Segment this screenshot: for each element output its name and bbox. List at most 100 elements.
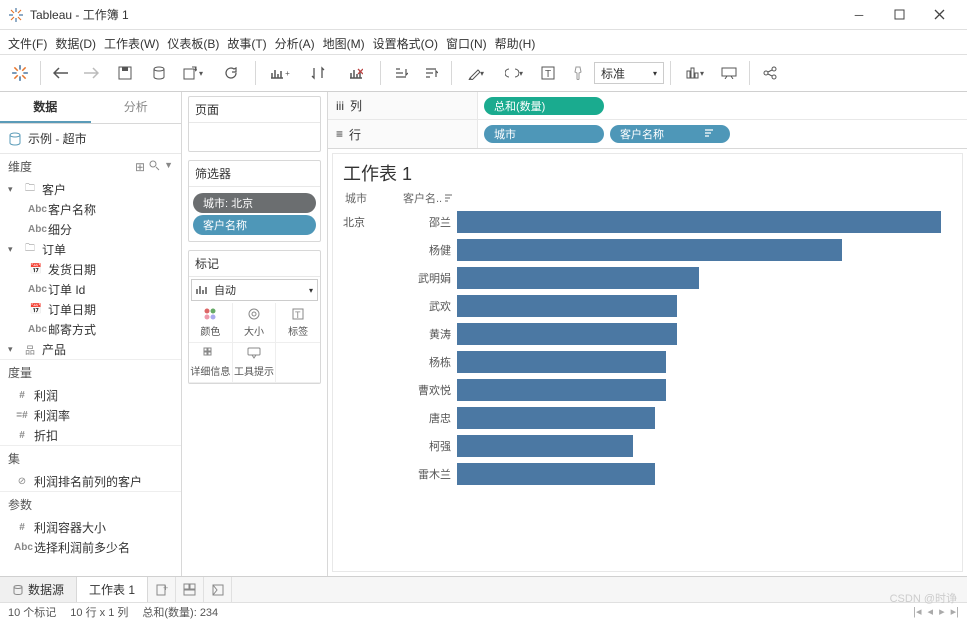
- pin-button[interactable]: [564, 59, 592, 87]
- tab-sheet1[interactable]: 工作表 1: [77, 577, 148, 602]
- nav-last-icon[interactable]: ▸|: [951, 605, 959, 618]
- menu-dashboard[interactable]: 仪表板(B): [167, 35, 219, 52]
- view-icon[interactable]: ⊞: [135, 160, 145, 174]
- titlebar: Tableau - 工作簿 1 ─: [0, 0, 967, 30]
- bar-row[interactable]: 雷木兰: [343, 460, 952, 488]
- minimize-button[interactable]: ─: [839, 1, 879, 29]
- filter-pill-customer[interactable]: 客户名称: [193, 215, 316, 235]
- viz-canvas[interactable]: 工作表 1 城市 客户名.. 北京邵兰杨健武明娟武欢黄涛杨栋曹欢悦唐忠柯强雷木兰: [332, 153, 963, 572]
- new-dashboard-icon[interactable]: [176, 577, 204, 602]
- nav-next-icon[interactable]: ▸: [939, 605, 945, 618]
- dim-folder-customer[interactable]: ▾🗀客户: [0, 179, 181, 199]
- highlight-button[interactable]: ▾: [458, 59, 494, 87]
- param-bin-size[interactable]: #利润容器大小: [0, 517, 181, 537]
- menu-map[interactable]: 地图(M): [323, 35, 365, 52]
- menu-help[interactable]: 帮助(H): [495, 35, 536, 52]
- bar-row[interactable]: 杨健: [343, 236, 952, 264]
- menu-window[interactable]: 窗口(N): [446, 35, 487, 52]
- swap-button[interactable]: [300, 59, 336, 87]
- marks-detail[interactable]: 详细信息: [189, 343, 233, 383]
- marks-tooltip[interactable]: 工具提示: [233, 343, 277, 383]
- dim-subdivide[interactable]: Abc细分: [0, 219, 181, 239]
- columns-shelf[interactable]: iii 列 总和(数量): [328, 92, 967, 120]
- presentation-button[interactable]: [715, 59, 743, 87]
- params-header: 参数: [0, 491, 181, 517]
- clear-button[interactable]: [338, 59, 374, 87]
- bar-row[interactable]: 柯强: [343, 432, 952, 460]
- rows-pill-customer[interactable]: 客户名称: [610, 125, 730, 143]
- meas-profit[interactable]: #利润: [0, 385, 181, 405]
- bar-row[interactable]: 北京邵兰: [343, 208, 952, 236]
- filter-pill-city[interactable]: 城市: 北京: [193, 193, 316, 213]
- dim-ship-mode[interactable]: Abc邮寄方式: [0, 319, 181, 339]
- dim-order-id[interactable]: Abc订单 Id: [0, 279, 181, 299]
- menu-data[interactable]: 数据(D): [55, 35, 96, 52]
- marks-header: 标记: [189, 251, 320, 277]
- new-datasource-button[interactable]: [145, 59, 173, 87]
- columns-pill-sum-qty[interactable]: 总和(数量): [484, 97, 604, 115]
- new-story-icon[interactable]: [204, 577, 232, 602]
- columns-label: 列: [350, 97, 362, 114]
- menu-worksheet[interactable]: 工作表(W): [104, 35, 159, 52]
- marks-card: 标记 自动▾ 颜色 大小 T标签 详细信息 工具提示: [188, 250, 321, 384]
- bar-row[interactable]: 杨栋: [343, 348, 952, 376]
- svg-text:+: +: [163, 583, 168, 593]
- bar-row[interactable]: 武明娟: [343, 264, 952, 292]
- bar-row[interactable]: 武欢: [343, 292, 952, 320]
- rows-pill-city[interactable]: 城市: [484, 125, 604, 143]
- rows-shelf[interactable]: ≡行 城市 客户名称: [328, 120, 967, 148]
- forward-button[interactable]: [77, 59, 105, 87]
- new-worksheet-icon[interactable]: +: [148, 577, 176, 602]
- dim-customer-name[interactable]: Abc客户名称: [0, 199, 181, 219]
- share-button[interactable]: [756, 59, 784, 87]
- datasource-item[interactable]: 示例 - 超市: [0, 124, 181, 154]
- svg-text:T: T: [545, 69, 551, 80]
- back-button[interactable]: [47, 59, 75, 87]
- close-button[interactable]: [919, 1, 959, 29]
- sets-header: 集: [0, 445, 181, 471]
- marks-type-dropdown[interactable]: 自动▾: [191, 279, 318, 301]
- dim-folder-product[interactable]: ▾品产品: [0, 339, 181, 359]
- rows-icon: ≡: [336, 127, 343, 141]
- menu-caret-icon[interactable]: ▼: [164, 160, 173, 174]
- marks-size[interactable]: 大小: [233, 303, 277, 343]
- tab-data[interactable]: 数据: [0, 92, 91, 123]
- dim-order-date[interactable]: 📅订单日期: [0, 299, 181, 319]
- tableau-icon[interactable]: [6, 59, 34, 87]
- marks-color[interactable]: 颜色: [189, 303, 233, 343]
- dim-folder-order[interactable]: ▾🗀订单: [0, 239, 181, 259]
- bar-row[interactable]: 黄涛: [343, 320, 952, 348]
- sort-asc-button[interactable]: [387, 59, 415, 87]
- show-me-button[interactable]: ▾: [677, 59, 713, 87]
- refresh-button[interactable]: [213, 59, 249, 87]
- status-marks: 10 个标记: [8, 604, 56, 620]
- marks-label[interactable]: T标签: [276, 303, 320, 343]
- columns-icon: iii: [336, 99, 344, 113]
- maximize-button[interactable]: [879, 1, 919, 29]
- param-top-n[interactable]: Abc选择利润前多少名: [0, 537, 181, 557]
- tab-analysis[interactable]: 分析: [91, 92, 182, 123]
- meas-discount[interactable]: #折扣: [0, 425, 181, 445]
- text-button[interactable]: T: [534, 59, 562, 87]
- add-chart-button[interactable]: +: [262, 59, 298, 87]
- search-icon[interactable]: [149, 160, 160, 174]
- nav-first-icon[interactable]: |◂: [913, 605, 921, 618]
- sort-desc-button[interactable]: [417, 59, 445, 87]
- group-button[interactable]: ▾: [496, 59, 532, 87]
- data-pane: 数据 分析 示例 - 超市 维度 ⊞▼ ▾🗀客户 Abc客户名称 Abc细分 ▾…: [0, 92, 182, 576]
- menu-format[interactable]: 设置格式(O): [373, 35, 438, 52]
- menu-analysis[interactable]: 分析(A): [275, 35, 315, 52]
- menu-file[interactable]: 文件(F): [8, 35, 47, 52]
- nav-prev-icon[interactable]: ◂: [928, 605, 934, 618]
- new-worksheet-button[interactable]: +▾: [175, 59, 211, 87]
- meas-profit-rate[interactable]: =#利润率: [0, 405, 181, 425]
- set-top-customers[interactable]: ⊘利润排名前列的客户: [0, 471, 181, 491]
- tab-datasource[interactable]: 数据源: [0, 577, 77, 602]
- menu-story[interactable]: 故事(T): [227, 35, 266, 52]
- save-button[interactable]: [107, 59, 143, 87]
- bar-row[interactable]: 唐忠: [343, 404, 952, 432]
- dim-ship-date[interactable]: 📅发货日期: [0, 259, 181, 279]
- measures-header: 度量: [0, 359, 181, 385]
- bar-row[interactable]: 曹欢悦: [343, 376, 952, 404]
- view-mode-dropdown[interactable]: 标准▾: [594, 62, 664, 84]
